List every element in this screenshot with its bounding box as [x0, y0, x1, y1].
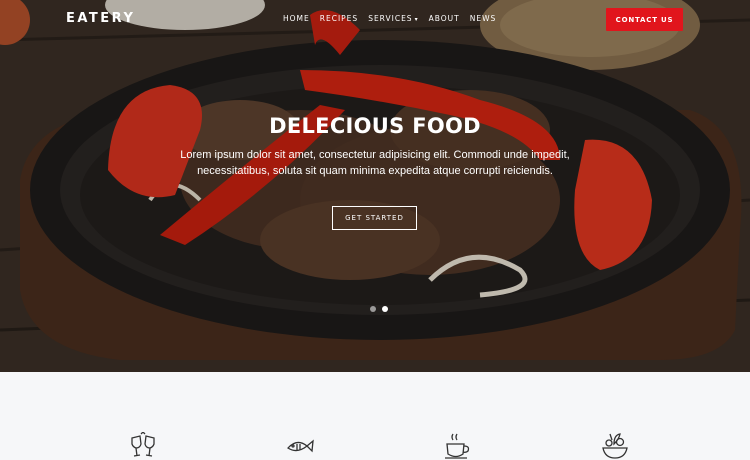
nav-link-about[interactable]: ABOUT: [429, 14, 460, 23]
hero-description: Lorem ipsum dolor sit amet, consectetur …: [180, 149, 570, 177]
nav-link-services-label: SERVICES: [368, 14, 413, 23]
slider-dot-2[interactable]: [382, 306, 388, 312]
contact-us-button[interactable]: CONTACT US: [606, 8, 683, 31]
hero-title: DELECIOUS FOOD: [269, 114, 481, 138]
chevron-down-icon: ▾: [414, 16, 419, 23]
slider-dots: [370, 306, 388, 312]
coffee-cup-icon: [445, 433, 470, 459]
hero-section: EATERY HOME RECIPES SERVICES ▾ ABOUT NEWS…: [0, 0, 750, 372]
main-menu: HOME RECIPES SERVICES ▾ ABOUT NEWS: [283, 14, 506, 23]
nav-link-home[interactable]: HOME: [283, 14, 310, 23]
salad-bowl-icon: [602, 433, 628, 459]
fish-icon: [287, 439, 314, 453]
top-navbar: EATERY HOME RECIPES SERVICES ▾ ABOUT NEWS…: [0, 0, 750, 40]
nav-link-services[interactable]: SERVICES ▾: [368, 14, 418, 23]
nav-link-news[interactable]: NEWS: [470, 14, 497, 23]
wine-glasses-icon: [131, 432, 155, 457]
slider-dot-1[interactable]: [370, 306, 376, 312]
get-started-button[interactable]: GET STARTED: [332, 206, 417, 230]
features-section: [0, 372, 750, 460]
brand-logo[interactable]: EATERY: [66, 11, 135, 26]
nav-link-recipes[interactable]: RECIPES: [320, 14, 358, 23]
hero-overlay: [0, 0, 750, 372]
